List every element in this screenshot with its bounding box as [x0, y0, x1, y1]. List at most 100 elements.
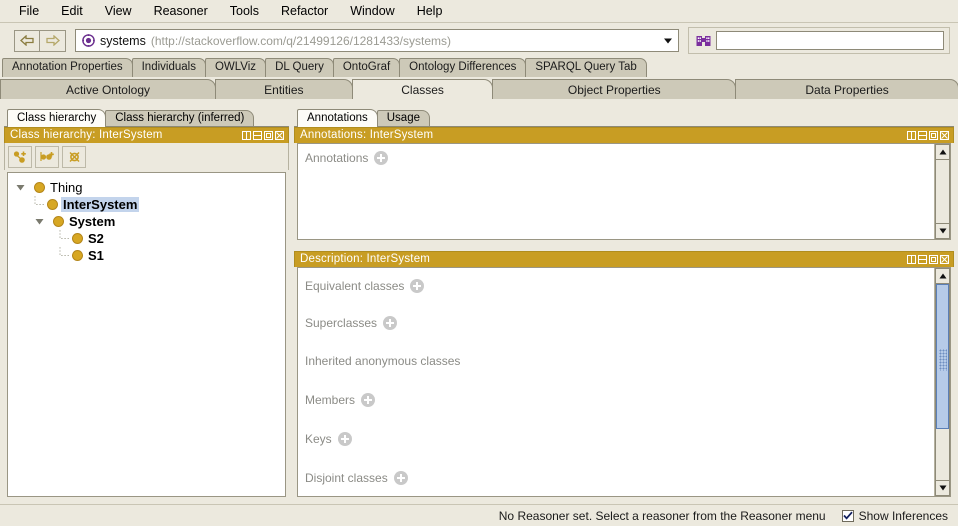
maximize-icon[interactable]: [929, 255, 938, 264]
search-input[interactable]: [716, 31, 944, 50]
close-icon[interactable]: [275, 131, 284, 140]
tree-node-thing[interactable]: Thing: [12, 179, 281, 196]
scroll-down-icon[interactable]: [935, 480, 950, 496]
tab-active-ontology[interactable]: Active Ontology: [0, 79, 216, 99]
class-icon: [47, 199, 58, 210]
tab-object-properties[interactable]: Object Properties: [492, 79, 737, 99]
split-view-icon[interactable]: [242, 131, 251, 140]
tree-branch-line: [31, 196, 47, 213]
menu-item-file[interactable]: File: [8, 1, 50, 21]
panel-controls: [907, 255, 951, 264]
annotations-titlebar: Annotations: InterSystem: [294, 127, 954, 143]
description-content[interactable]: Equivalent classes Superclasses Inherite…: [297, 267, 951, 497]
tab-annotations[interactable]: Annotations: [297, 109, 378, 127]
forward-arrow-icon[interactable]: [40, 29, 66, 52]
tab-owlviz[interactable]: OWLViz: [204, 58, 267, 77]
tab-ontograf[interactable]: OntoGraf: [332, 58, 401, 77]
section-label: Disjoint classes: [305, 471, 388, 485]
menu-item-reasoner[interactable]: Reasoner: [143, 1, 219, 21]
split-view-icon[interactable]: [907, 131, 916, 140]
annotations-title: Annotations: InterSystem: [300, 128, 434, 141]
scroll-thumb[interactable]: [936, 284, 949, 430]
class-icon: [72, 250, 83, 261]
add-sibling-class-button[interactable]: [35, 145, 59, 168]
class-tree[interactable]: Thing InterSystem System S2 S1: [7, 172, 286, 497]
class-hierarchy-title: Class hierarchy: InterSystem: [10, 128, 163, 141]
scroll-down-icon[interactable]: [935, 223, 950, 239]
maximize-icon[interactable]: [264, 131, 273, 140]
tab-entities[interactable]: Entities: [214, 79, 353, 99]
scroll-track[interactable]: [935, 160, 950, 223]
tab-annotation-properties[interactable]: Annotation Properties: [2, 58, 133, 77]
scroll-track[interactable]: [935, 284, 950, 480]
add-disjoint-class-button[interactable]: [393, 471, 408, 485]
menu-item-window[interactable]: Window: [339, 1, 405, 21]
minimize-icon[interactable]: [918, 131, 927, 140]
add-superclass-button[interactable]: [383, 316, 398, 330]
menu-item-help[interactable]: Help: [406, 1, 454, 21]
annotations-list: Annotations: [298, 144, 934, 239]
add-subclass-button[interactable]: [8, 145, 32, 168]
menu-item-refactor[interactable]: Refactor: [270, 1, 339, 21]
minimize-icon[interactable]: [918, 255, 927, 264]
panel-controls: [907, 131, 951, 140]
ontology-address-field[interactable]: systems (http://stackoverflow.com/q/2149…: [75, 29, 679, 52]
show-inferences-checkbox[interactable]: [841, 509, 854, 522]
close-icon[interactable]: [940, 131, 949, 140]
annotations-tabs: Annotations Usage: [294, 107, 954, 127]
ontology-uri: (http://stackoverflow.com/q/21499126/128…: [150, 33, 452, 48]
tree-node-label: InterSystem: [61, 197, 140, 212]
class-icon: [34, 182, 45, 193]
tree-node-s1[interactable]: S1: [12, 247, 281, 264]
annotations-scrollbar[interactable]: [934, 144, 950, 239]
description-scrollbar[interactable]: [934, 268, 950, 496]
tab-classes[interactable]: Classes: [351, 79, 494, 99]
section-label: Members: [305, 393, 356, 407]
tab-individuals[interactable]: Individuals: [131, 58, 206, 77]
section-label: Equivalent classes: [305, 279, 405, 293]
menu-item-edit[interactable]: Edit: [50, 1, 94, 21]
panel-tab-underline: [294, 126, 954, 127]
maximize-icon[interactable]: [929, 131, 938, 140]
add-equivalent-class-button[interactable]: [410, 279, 425, 293]
tree-node-s2[interactable]: S2: [12, 230, 281, 247]
tree-node-label: Thing: [50, 180, 83, 195]
binoculars-icon: [696, 36, 711, 46]
class-hierarchy-toolbar: [4, 143, 289, 170]
close-icon[interactable]: [940, 255, 949, 264]
menu-item-view[interactable]: View: [94, 1, 143, 21]
tree-node-system[interactable]: System: [12, 213, 281, 230]
minimize-icon[interactable]: [253, 131, 262, 140]
inherited-anonymous-classes-section: Inherited anonymous classes: [298, 330, 934, 368]
scroll-up-icon[interactable]: [935, 268, 950, 284]
delete-class-button[interactable]: [62, 145, 86, 168]
tree-node-label: S1: [88, 248, 104, 263]
tab-usage[interactable]: Usage: [376, 110, 430, 127]
menu-item-tools[interactable]: Tools: [219, 1, 270, 21]
chevron-down-icon[interactable]: [664, 38, 672, 43]
main-content: Class hierarchy Class hierarchy (inferre…: [0, 104, 958, 504]
back-arrow-icon[interactable]: [14, 29, 40, 52]
tree-branch-line: [56, 230, 72, 247]
show-inferences-control[interactable]: Show Inferences: [841, 509, 948, 523]
tree-node-intersystem[interactable]: InterSystem: [12, 196, 281, 213]
tab-sparql-query-tab[interactable]: SPARQL Query Tab: [525, 58, 647, 77]
add-key-button[interactable]: [337, 432, 352, 446]
twisty-expanded-icon[interactable]: [12, 183, 28, 192]
split-view-icon[interactable]: [907, 255, 916, 264]
scroll-up-icon[interactable]: [935, 144, 950, 160]
tab-ontology-differences[interactable]: Ontology Differences: [399, 58, 527, 77]
add-annotation-button[interactable]: [374, 151, 389, 165]
section-label: Inherited anonymous classes: [305, 354, 461, 368]
detail-column: Annotations Usage Annotations: InterSyst…: [294, 107, 954, 500]
twisty-expanded-icon[interactable]: [31, 217, 47, 226]
annotations-panel: Annotations Usage Annotations: InterSyst…: [294, 107, 954, 243]
ontology-icon: [82, 34, 95, 47]
tab-data-properties[interactable]: Data Properties: [735, 79, 958, 99]
tab-dl-query[interactable]: DL Query: [265, 58, 334, 77]
annotations-content[interactable]: Annotations: [297, 143, 951, 240]
add-member-button[interactable]: [361, 393, 376, 407]
tab-class-hierarchy-inferred[interactable]: Class hierarchy (inferred): [105, 110, 255, 127]
tab-class-hierarchy[interactable]: Class hierarchy: [7, 109, 107, 127]
description-titlebar: Description: InterSystem: [294, 251, 954, 267]
